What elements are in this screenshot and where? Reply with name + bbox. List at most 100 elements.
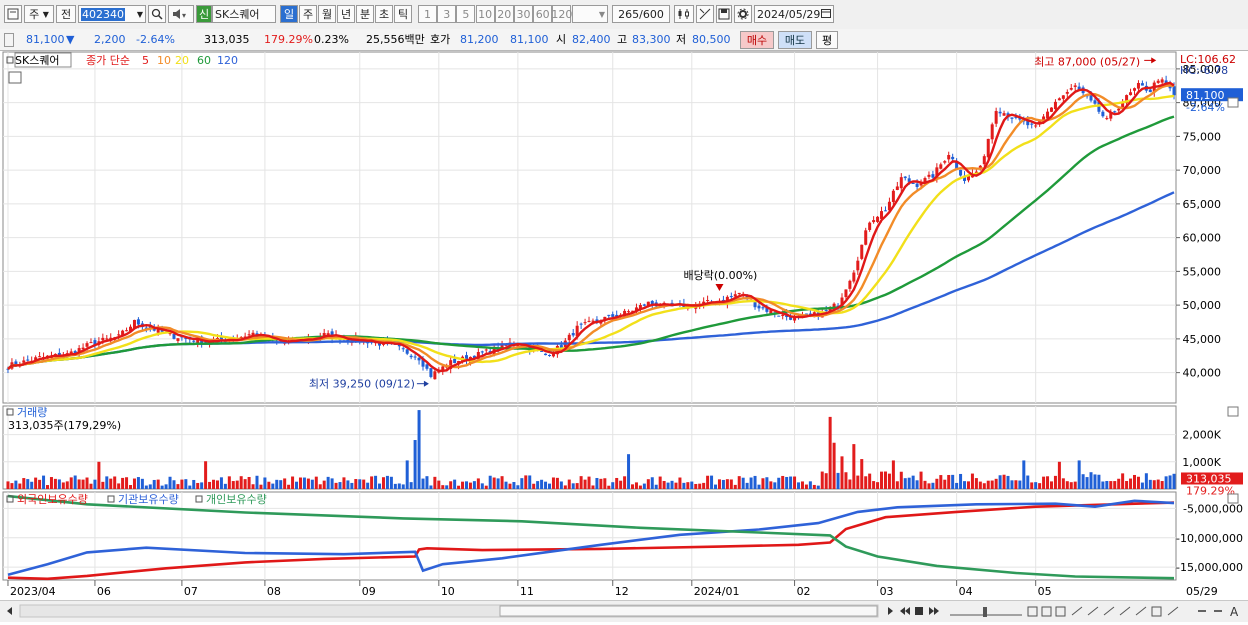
interval-button-5[interactable]: 5 <box>456 5 476 23</box>
candle-body <box>85 343 89 347</box>
volume-bar <box>666 482 670 489</box>
date-field[interactable]: 2024/05/29 <box>754 5 834 23</box>
volume-bar <box>868 473 872 489</box>
stock-name-field[interactable]: SK스퀘어 <box>212 5 276 23</box>
interval-button-3[interactable]: 3 <box>437 5 457 23</box>
candle-body <box>903 176 907 179</box>
holdings-legend-1: 기관보유수량 <box>118 493 179 506</box>
volume-bar <box>492 477 496 489</box>
interval-button-120[interactable]: 120 <box>551 5 572 23</box>
tab-period-2[interactable]: 월 <box>318 5 336 23</box>
price-y-tick-label: 55,000 <box>1183 265 1222 278</box>
volume-bar <box>1046 476 1050 489</box>
tab-period-6[interactable]: 틱 <box>394 5 412 23</box>
volume-y-tick-label: 1,000K <box>1182 456 1221 469</box>
x-tick-label: 2023/04 <box>10 585 56 598</box>
fast-forward-icon[interactable] <box>929 607 939 615</box>
candle-body <box>1136 82 1140 89</box>
tab-period-5[interactable]: 초 <box>375 5 393 23</box>
stop-icon[interactable] <box>915 607 923 615</box>
chart-canvas[interactable]: 2023/04 06 07 08 09 10 11 12 2024/01 02 03 04 0585,0… <box>0 50 1248 600</box>
scroll-right-icon[interactable] <box>888 607 893 615</box>
x-tick-label: 04 <box>959 585 973 598</box>
volume-bar <box>702 482 706 489</box>
x-tick-label: 12 <box>615 585 629 598</box>
chart-type-icon[interactable] <box>4 5 22 23</box>
volume-subtitle: 313,035주(179,29%) <box>8 419 121 432</box>
stock-code-input[interactable]: 402340 ▼ <box>78 5 146 23</box>
volume-bar <box>694 483 698 489</box>
font-size-icon[interactable]: A <box>1230 605 1239 619</box>
buy-button[interactable]: 매수 <box>740 31 774 49</box>
volume-bar <box>42 475 46 489</box>
volume-bar <box>1057 461 1061 489</box>
volume-bar <box>101 481 105 489</box>
volume-bar <box>129 485 133 489</box>
zoom-slider[interactable] <box>950 607 1022 617</box>
calendar-icon[interactable] <box>821 8 831 21</box>
candle-body <box>1093 100 1097 104</box>
interval-button-10[interactable]: 10 <box>475 5 495 23</box>
candle-body <box>856 260 860 271</box>
candle-body <box>737 292 741 295</box>
candle-body <box>172 333 176 339</box>
legend-item-60: 60 <box>197 54 211 67</box>
volume-bar <box>354 479 358 489</box>
tab-period-4[interactable]: 분 <box>356 5 374 23</box>
quote-expand-icon[interactable] <box>4 33 14 47</box>
volume-bar <box>136 477 140 489</box>
tab-period-0[interactable]: 일 <box>280 5 298 23</box>
avg-button[interactable]: 평 <box>816 31 838 49</box>
volume-bar <box>77 479 81 489</box>
volume-bar <box>797 482 801 489</box>
volume-bar <box>955 482 959 489</box>
volume-bar <box>334 482 338 489</box>
bar-count-field[interactable]: 265/600 <box>612 5 670 23</box>
volume-bar <box>500 476 504 489</box>
candle-body <box>1049 107 1053 112</box>
settings-icon[interactable] <box>734 5 752 23</box>
interval-button-1[interactable]: 1 <box>418 5 437 23</box>
volume-bar <box>472 481 476 489</box>
volume-bar <box>318 484 322 489</box>
volume-bar <box>678 477 682 489</box>
volume-bar <box>188 485 192 489</box>
volume-bar <box>599 478 603 489</box>
change-arrow-icon: ▼ <box>66 33 75 46</box>
candle-body <box>757 305 761 309</box>
volume-bar <box>38 479 42 489</box>
candle-body <box>1030 123 1034 125</box>
interval-button-60[interactable]: 60 <box>533 5 553 23</box>
candle-body <box>872 220 876 223</box>
sell-button[interactable]: 매도 <box>778 31 812 49</box>
volume-bar <box>741 477 745 489</box>
stock-code-value: 402340 <box>81 7 125 21</box>
candle-body <box>919 183 923 186</box>
dividend-annotation: 배당락(0.00%) <box>683 269 757 282</box>
drawing-tools-icon[interactable] <box>1027 606 1179 617</box>
market-button[interactable]: 전 <box>56 5 76 23</box>
crosshair-icon[interactable] <box>696 5 714 23</box>
volume: 313,035 <box>204 33 250 46</box>
scroll-thumb[interactable] <box>499 605 878 617</box>
tab-period-3[interactable]: 년 <box>337 5 355 23</box>
volume-bar <box>725 479 729 489</box>
candle-icon[interactable] <box>674 5 694 23</box>
interval-custom-select[interactable]: ▼ <box>572 5 608 23</box>
volume-bar <box>1077 460 1081 489</box>
type-select[interactable]: 주 ▼ <box>24 5 54 23</box>
volume-bar <box>516 485 520 489</box>
candle-body <box>547 355 551 357</box>
interval-button-30[interactable]: 30 <box>514 5 533 23</box>
x-tick-label: 11 <box>520 585 534 598</box>
candle-body <box>733 294 737 297</box>
tab-period-1[interactable]: 주 <box>299 5 317 23</box>
volume-bar <box>393 483 397 489</box>
interval-button-20[interactable]: 20 <box>494 5 514 23</box>
rewind-icon[interactable] <box>900 607 910 615</box>
sound-icon[interactable]: ▾ <box>168 5 194 23</box>
volume-bar <box>824 473 828 489</box>
scroll-left-icon[interactable] <box>7 607 12 615</box>
search-icon[interactable] <box>148 5 166 23</box>
save-icon[interactable] <box>716 5 732 23</box>
